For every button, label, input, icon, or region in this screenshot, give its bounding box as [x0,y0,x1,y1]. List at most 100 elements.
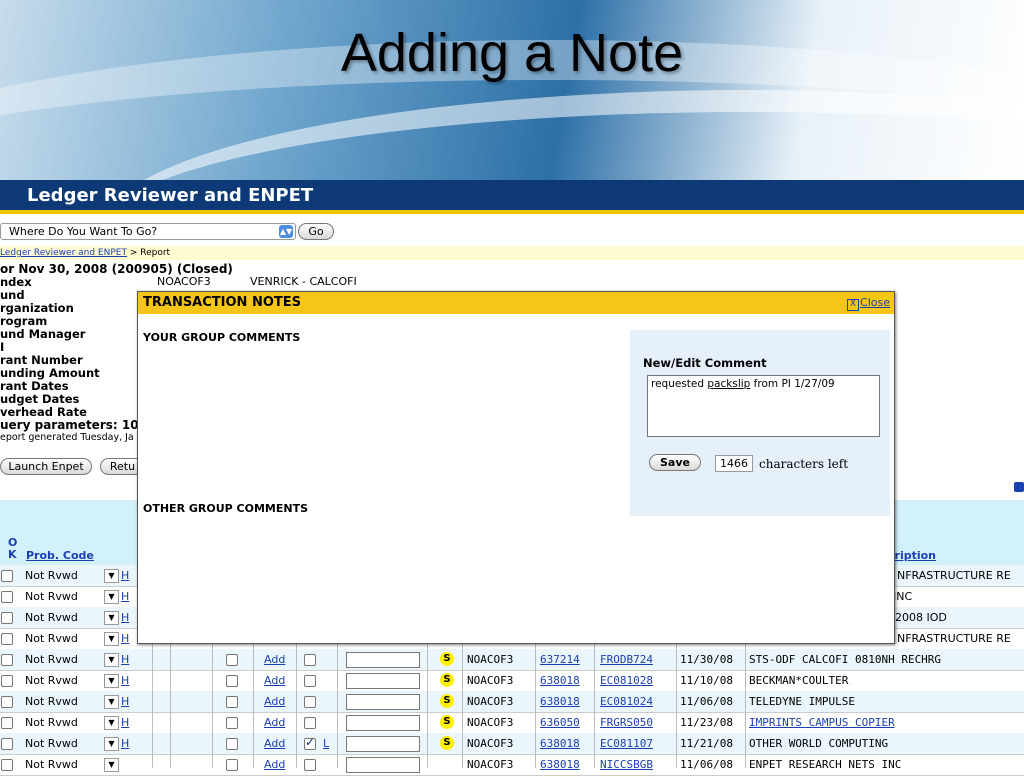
status-badge[interactable]: S [440,736,454,750]
app-title: Ledger Reviewer and ENPET [27,185,314,206]
go-button[interactable]: Go [298,223,334,240]
status-badge[interactable]: S [440,715,454,729]
document-link[interactable]: EC081024 [600,695,653,708]
description-cell: TELEDYNE IMPULSE [749,695,855,708]
history-link[interactable]: H [121,695,129,708]
row-checkbox[interactable] [226,738,238,750]
prob-code-dropdown-icon[interactable]: ▼ [104,695,119,709]
prob-code-dropdown-icon[interactable]: ▼ [104,737,119,751]
note-checkbox[interactable] [304,675,316,687]
expand-icon[interactable] [1014,482,1024,492]
comment-input[interactable] [346,652,420,668]
close-button[interactable]: X Close [847,296,890,311]
add-note-link[interactable]: Add [264,653,285,666]
history-link[interactable]: H [121,590,129,603]
date-cell: 11/06/08 [680,695,733,708]
comment-input[interactable] [346,757,420,773]
prob-code-dropdown-icon[interactable]: ▼ [104,758,119,772]
ok-checkbox[interactable] [1,717,13,729]
date-cell: 11/06/08 [680,758,733,771]
comment-input[interactable] [346,694,420,710]
launch-enpet-button[interactable]: Launch Enpet [0,458,92,475]
ok-checkbox[interactable] [1,654,13,666]
description-cell: ENPET RESEARCH NETS INC [749,758,902,771]
document-link[interactable]: EC081028 [600,674,653,687]
label-overhead-rate: verhead Rate [0,405,87,419]
ok-checkbox[interactable] [1,675,13,687]
note-checkbox[interactable] [304,759,316,771]
row-checkbox[interactable] [226,654,238,666]
prob-code-dropdown-icon[interactable]: ▼ [104,653,119,667]
prob-code-dropdown-icon[interactable]: ▼ [104,569,119,583]
note-checkbox[interactable] [304,717,316,729]
prob-code-dropdown-icon[interactable]: ▼ [104,716,119,730]
save-button[interactable]: Save [649,454,701,471]
account-link[interactable]: 638018 [540,674,580,687]
row-checkbox[interactable] [226,717,238,729]
table-row: Not Rvwd ▼ H Add L S NOACOF3 638018 EC08… [0,733,1024,755]
col-prob-code[interactable]: Prob. Code [26,549,94,562]
status-badge[interactable]: S [440,652,454,666]
report-heading: or Nov 30, 2008 (200905) (Closed) [0,262,233,276]
row-checkbox[interactable] [226,675,238,687]
comment-input[interactable] [346,715,420,731]
add-note-link[interactable]: Add [264,737,285,750]
history-link[interactable]: H [121,653,129,666]
note-checkbox[interactable] [304,654,316,666]
note-checkbox[interactable] [304,696,316,708]
label-budget-dates: udget Dates [0,392,80,406]
prob-code-value: Not Rvwd [25,695,78,708]
where-to-go-select[interactable]: Where Do You Want To Go? ▲▼ [0,223,296,240]
comment-input[interactable] [346,736,420,752]
account-link[interactable]: 638018 [540,737,580,750]
account-link[interactable]: 637214 [540,653,580,666]
description-cell: OTHER WORLD COMPUTING [749,737,889,750]
close-label: Close [860,296,890,309]
label-fund: und [0,288,25,302]
history-link[interactable]: H [121,716,129,729]
document-link[interactable]: FRODB724 [600,653,653,666]
where-to-go-value: Where Do You Want To Go? [9,225,158,238]
col-description[interactable]: cription [888,549,936,562]
ok-checkbox[interactable] [1,759,13,771]
add-note-link[interactable]: Add [264,758,285,771]
ok-checkbox[interactable] [1,591,13,603]
prob-code-dropdown-icon[interactable]: ▼ [104,674,119,688]
comment-input[interactable] [346,673,420,689]
history-link[interactable]: H [121,674,129,687]
table-row: Not Rvwd ▼ H Add S NOACOF3 637214 FRODB7… [0,649,1024,671]
ok-checkbox[interactable] [1,738,13,750]
comment-textarea[interactable]: requested packslip from PI 1/27/09 [647,375,880,437]
ok-checkbox[interactable] [1,633,13,645]
account-link[interactable]: 638018 [540,695,580,708]
document-link[interactable]: EC081107 [600,737,653,750]
prob-code-dropdown-icon[interactable]: ▼ [104,611,119,625]
ok-checkbox[interactable] [1,612,13,624]
account-link[interactable]: 638018 [540,758,580,771]
status-badge[interactable]: S [440,673,454,687]
add-note-link[interactable]: Add [264,716,285,729]
history-link[interactable]: H [121,737,129,750]
prob-code-value: Not Rvwd [25,758,78,771]
breadcrumb-link-home[interactable]: Ledger Reviewer and ENPET [0,248,127,258]
add-note-link[interactable]: Add [264,674,285,687]
prob-code-dropdown-icon[interactable]: ▼ [104,632,119,646]
note-flag-link[interactable]: L [323,737,329,750]
prob-code-dropdown-icon[interactable]: ▼ [104,590,119,604]
document-link[interactable]: NICCSBGB [600,758,653,771]
note-checkbox-checked[interactable] [304,735,316,750]
add-note-link[interactable]: Add [264,695,285,708]
document-link[interactable]: FRGRS050 [600,716,653,729]
history-link[interactable]: H [121,569,129,582]
label-program: rogram [0,314,48,328]
description-link[interactable]: IMPRINTS CAMPUS COPIER [749,716,895,729]
account-link[interactable]: 636050 [540,716,580,729]
row-checkbox[interactable] [226,696,238,708]
ok-checkbox[interactable] [1,696,13,708]
row-checkbox[interactable] [226,759,238,771]
slide-title: Adding a Note [340,23,684,83]
status-badge[interactable]: S [440,694,454,708]
history-link[interactable]: H [121,632,129,645]
ok-checkbox[interactable] [1,570,13,582]
history-link[interactable]: H [121,611,129,624]
